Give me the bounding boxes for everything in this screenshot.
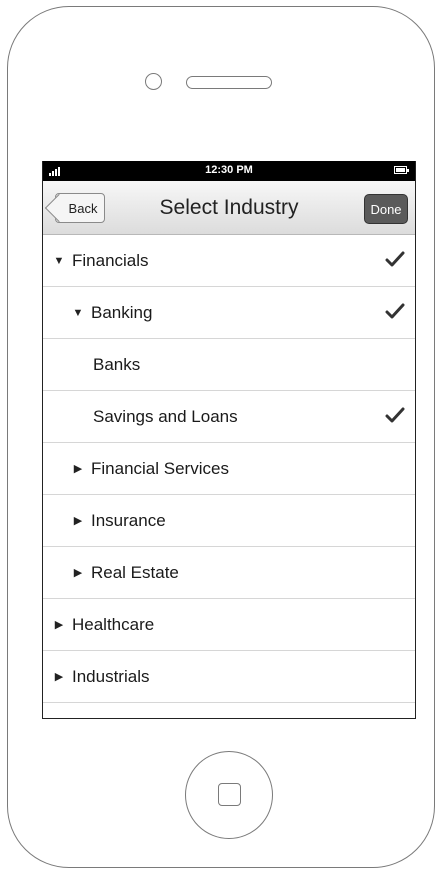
back-button-label: Back <box>68 200 98 216</box>
checkmark-icon <box>385 303 405 319</box>
done-button[interactable]: Done <box>364 194 408 224</box>
list-item-label: Banking <box>91 302 153 322</box>
industry-list: ▼ Financials ▼ Banking Banks Savings and Loan… <box>43 235 415 703</box>
list-item[interactable]: Banks <box>43 339 415 391</box>
home-square-icon <box>218 783 241 806</box>
battery-icon <box>394 166 407 174</box>
list-item[interactable]: ▶ Insurance <box>43 495 415 547</box>
list-item[interactable]: Savings and Loans <box>43 391 415 443</box>
list-item[interactable]: ▼ Banking <box>43 287 415 339</box>
status-time: 12:30 PM <box>205 164 253 176</box>
list-item-label: Insurance <box>91 510 166 530</box>
triangle-down-icon[interactable]: ▼ <box>53 255 65 267</box>
navigation-bar: Back Select Industry Done <box>43 181 415 235</box>
battery-tip <box>407 169 409 172</box>
list-item-label: Savings and Loans <box>93 406 238 426</box>
list-item-label: Industrials <box>72 666 150 686</box>
triangle-down-icon[interactable]: ▼ <box>72 307 84 319</box>
triangle-right-icon[interactable]: ▶ <box>72 462 84 475</box>
triangle-right-icon[interactable]: ▶ <box>72 566 84 579</box>
list-item[interactable]: ▶ Real Estate <box>43 547 415 599</box>
list-item-label: Healthcare <box>72 614 155 634</box>
list-item-label: Banks <box>93 354 141 374</box>
list-item[interactable]: ▶ Healthcare <box>43 599 415 651</box>
checkmark-icon <box>385 407 405 423</box>
list-item-label: Financials <box>72 250 149 270</box>
list-item[interactable]: ▼ Financials <box>43 235 415 287</box>
back-button[interactable]: Back <box>55 193 105 223</box>
status-bar: 12:30 PM <box>43 161 415 181</box>
camera-icon <box>145 73 162 90</box>
list-item[interactable]: ▶ Industrials <box>43 651 415 703</box>
list-item-label: Real Estate <box>91 562 179 582</box>
list-item-label: Financial Services <box>91 458 229 478</box>
phone-screen: 12:30 PM Back Select Industry Done ▼ Fina… <box>42 161 416 719</box>
speaker-icon <box>186 76 272 89</box>
triangle-right-icon[interactable]: ▶ <box>53 670 65 683</box>
triangle-right-icon[interactable]: ▶ <box>72 514 84 527</box>
page-title: Select Industry <box>159 196 299 219</box>
checkmark-icon <box>385 251 405 267</box>
list-item[interactable]: ▶ Financial Services <box>43 443 415 495</box>
triangle-right-icon[interactable]: ▶ <box>53 618 65 631</box>
